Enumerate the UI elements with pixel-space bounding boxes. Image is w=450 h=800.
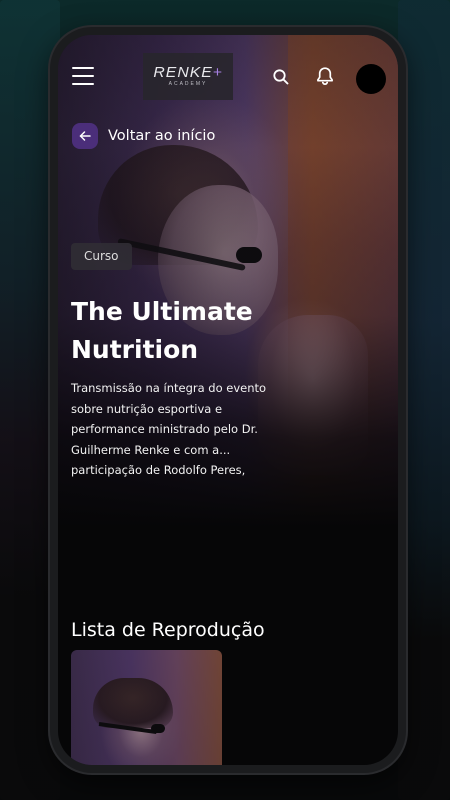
phone-screen: RENKE+ ACADEMY Voltar ao início Curso Th… <box>58 35 398 765</box>
logo-wordmark: RENKE <box>153 64 213 81</box>
back-button[interactable] <box>72 123 98 149</box>
logo-text: RENKE+ <box>153 65 223 81</box>
menu-icon[interactable] <box>72 67 94 85</box>
top-bar: RENKE+ ACADEMY <box>58 35 398 115</box>
logo-plus: + <box>212 64 223 81</box>
playlist-item-thumbnail[interactable] <box>71 650 222 765</box>
course-badge: Curso <box>71 243 132 270</box>
course-title: The Ultimate Nutrition <box>71 297 253 364</box>
arrow-left-icon <box>79 131 91 141</box>
thumbnail-shade <box>71 650 222 765</box>
playlist-section-title: Lista de Reprodução <box>71 619 265 641</box>
search-icon[interactable] <box>272 68 290 86</box>
back-label[interactable]: Voltar ao início <box>108 128 215 144</box>
logo-subtext: ACADEMY <box>168 81 208 87</box>
avatar[interactable] <box>356 64 386 94</box>
phone-frame: RENKE+ ACADEMY Voltar ao início Curso Th… <box>50 27 406 773</box>
background: RENKE+ ACADEMY Voltar ao início Curso Th… <box>0 0 450 800</box>
bell-icon[interactable] <box>314 65 336 87</box>
logo[interactable]: RENKE+ ACADEMY <box>143 53 233 100</box>
course-description: Transmissão na íntegra do evento sobre n… <box>71 381 267 477</box>
back-to-home-link[interactable]: Voltar ao início <box>72 123 215 149</box>
